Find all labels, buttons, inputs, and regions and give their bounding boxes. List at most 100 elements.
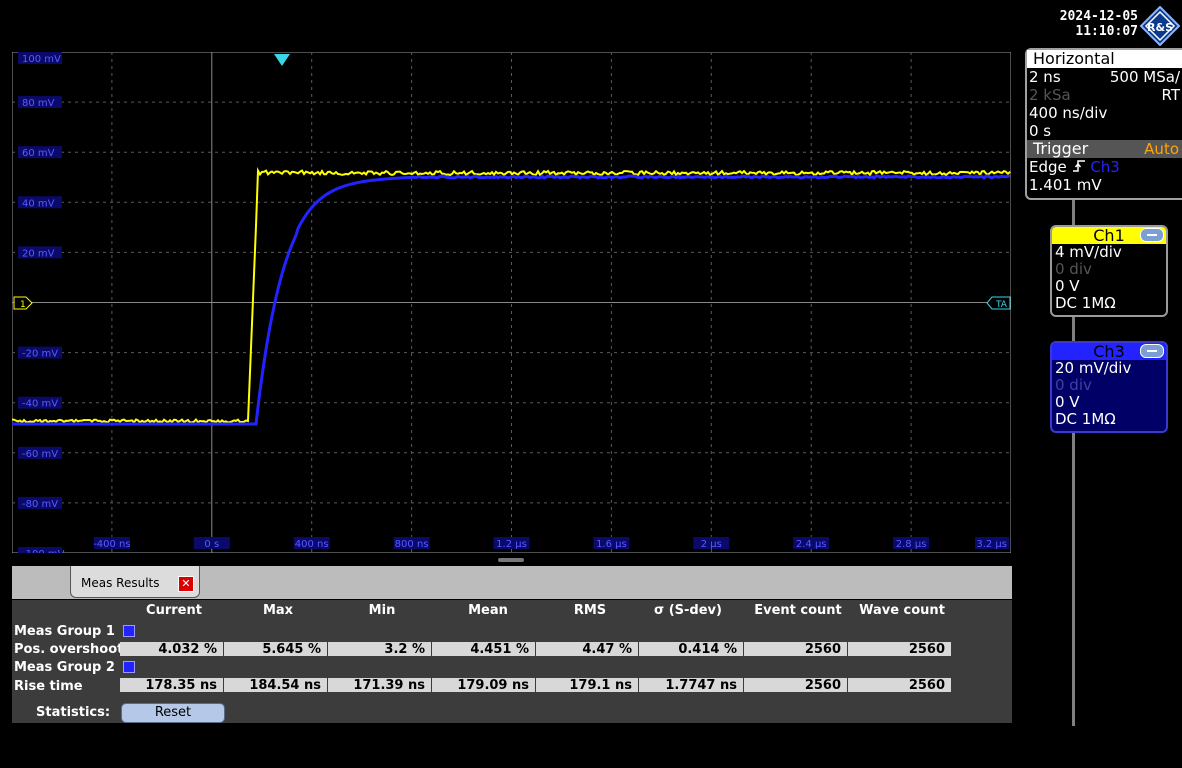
meas-table: Current Max Min Mean RMS σ (S-dev) Event…	[12, 599, 1012, 724]
ch1-offset: 0 div	[1055, 260, 1092, 278]
y-tick-label: 60 mV	[22, 148, 55, 159]
ch3-header: Ch3	[1052, 343, 1166, 360]
ch3-scale: 20 mV/div	[1055, 359, 1132, 377]
reset-button[interactable]: Reset	[121, 703, 225, 723]
col-header-rms: RMS	[573, 603, 607, 618]
date-text: 2024-12-05	[1059, 9, 1138, 24]
record-length-value: 2 kSa	[1029, 86, 1071, 104]
x-tick-label: 1.2 µs	[496, 539, 527, 550]
ch1-settings-box[interactable]: Ch1 4 mV/div 0 div 0 V DC 1MΩ	[1050, 225, 1168, 317]
meas-tab-title: Meas Results	[81, 576, 160, 590]
close-icon[interactable]: ✕	[178, 576, 194, 592]
table-cell: 2560	[848, 642, 952, 657]
table-cell: 3.2 %	[328, 642, 432, 657]
ch1-title: Ch1	[1093, 226, 1125, 245]
table-cell: 2560	[848, 678, 952, 693]
resize-handle[interactable]	[498, 558, 524, 562]
sample-rate-value: 500 MSa/	[1109, 68, 1180, 86]
horizontal-title: Horizontal	[1027, 50, 1182, 68]
y-tick-label: -40 mV	[22, 399, 58, 410]
y-tick-label: 100 mV	[22, 54, 61, 65]
table-cell: 4.032 %	[120, 642, 224, 657]
horizontal-row-1: 2 ns 500 MSa/	[1027, 68, 1182, 86]
meas-group-1-icon[interactable]	[123, 625, 135, 637]
col-header-wave-count: Wave count	[859, 603, 945, 618]
ch1-minimize-button[interactable]	[1140, 228, 1164, 242]
ch3-title: Ch3	[1093, 342, 1125, 361]
meas-tab-bar: Meas Results ✕	[12, 566, 1012, 599]
time-text: 11:10:07	[1075, 24, 1138, 39]
ch3-position: 0 V	[1055, 393, 1080, 411]
waveform-grid[interactable]: 100 mV 80 mV 60 mV 40 mV 20 mV -20 mV -40 mV -6…	[11, 51, 1012, 560]
trigger-row: Edge Ch3	[1027, 158, 1182, 176]
ch3-coupling: DC 1MΩ	[1055, 410, 1116, 428]
y-tick-label: -60 mV	[22, 449, 58, 460]
logo-text: R&S	[1147, 21, 1173, 34]
meas-group-1-label: Meas Group 1	[14, 624, 115, 639]
rising-edge-icon	[1072, 160, 1085, 172]
y-tick-label: -80 mV	[22, 499, 58, 510]
waveform-display[interactable]: 100 mV 80 mV 60 mV 40 mV 20 mV -20 mV -40 mV -6…	[11, 51, 1012, 560]
row-label-pos-overshoot: Pos. overshoot	[14, 642, 124, 657]
meas-group-2-icon[interactable]	[123, 661, 135, 673]
table-cell: 4.47 %	[536, 642, 639, 657]
y-tick-label: -100 mV	[22, 549, 65, 553]
horizontal-row-2: 2 kSa RT	[1027, 86, 1182, 104]
rs-logo: R&S	[1140, 6, 1180, 46]
trigger-mode: Auto	[1144, 140, 1179, 158]
x-tick-label: 800 ns	[395, 539, 429, 550]
acq-mode-value: RT	[1161, 86, 1181, 104]
col-header-mean: Mean	[468, 603, 508, 618]
table-cell: 179.1 ns	[536, 678, 639, 693]
trigger-type: Edge	[1029, 158, 1067, 176]
svg-text:1: 1	[20, 300, 26, 310]
x-tick-label: 400 ns	[295, 539, 329, 550]
table-cell: 2560	[744, 642, 848, 657]
table-cell: 1.7747 ns	[639, 678, 744, 693]
statistics-label: Statistics:	[36, 705, 111, 720]
y-tick-label: 20 mV	[22, 248, 55, 259]
ch1-scale: 4 mV/div	[1055, 243, 1122, 261]
table-cell: 0.414 %	[639, 642, 744, 657]
trigger-header: Trigger Auto	[1027, 140, 1182, 158]
ch3-settings-box[interactable]: Ch3 20 mV/div 0 div 0 V DC 1MΩ	[1050, 341, 1168, 433]
ch3-minimize-button[interactable]	[1140, 344, 1164, 358]
table-cell: 184.54 ns	[224, 678, 328, 693]
x-tick-label: 2.8 µs	[896, 539, 927, 550]
timebase-value: 400 ns/div	[1029, 104, 1108, 122]
x-tick-label: 3.2 µs	[976, 539, 1007, 550]
y-tick-label: 80 mV	[22, 98, 55, 109]
ch1-header: Ch1	[1052, 227, 1166, 244]
x-tick-label: 2.4 µs	[796, 539, 827, 550]
ch1-coupling: DC 1MΩ	[1055, 294, 1116, 312]
resolution-value: 2 ns	[1029, 68, 1061, 86]
col-header-current: Current	[146, 603, 202, 618]
trigger-title: Trigger	[1033, 139, 1089, 158]
meas-group-2-label: Meas Group 2	[14, 660, 115, 675]
x-tick-label: 2 µs	[701, 539, 722, 550]
table-cell: 179.09 ns	[432, 678, 536, 693]
x-tick-label: 1.6 µs	[596, 539, 627, 550]
x-tick-label: -400 ns	[93, 539, 130, 550]
trigger-source: Ch3	[1090, 158, 1120, 176]
table-cell: 171.39 ns	[328, 678, 432, 693]
y-tick-label: 40 mV	[22, 198, 55, 209]
x-tick-label: 0 s	[204, 539, 219, 550]
trigger-level: 1.401 mV	[1029, 176, 1102, 194]
ta-marker-label: TA	[995, 300, 1008, 310]
y-tick-label: -20 mV	[22, 349, 58, 360]
table-cell: 5.645 %	[224, 642, 328, 657]
table-cell: 2560	[744, 678, 848, 693]
col-header-event-count: Event count	[754, 603, 842, 618]
table-cell: 178.35 ns	[120, 678, 224, 693]
oscilloscope-screen: 2024-12-05 11:10:07 R&S 100 mV 80 mV 60 mV…	[0, 0, 1182, 768]
col-header-sdev: σ (S-dev)	[654, 603, 722, 618]
row-label-rise-time: Rise time	[14, 679, 83, 694]
col-header-max: Max	[262, 603, 294, 618]
horizontal-position-value: 0 s	[1029, 122, 1052, 140]
meas-results-panel: Meas Results ✕ Current Max Min Mean RMS …	[12, 566, 1012, 723]
ch3-offset: 0 div	[1055, 376, 1092, 394]
table-cell: 4.451 %	[432, 642, 536, 657]
datetime-display: 2024-12-05 11:10:07	[1040, 9, 1138, 39]
horizontal-trigger-panel[interactable]: Horizontal 2 ns 500 MSa/ 2 kSa RT 400 ns…	[1025, 48, 1182, 200]
